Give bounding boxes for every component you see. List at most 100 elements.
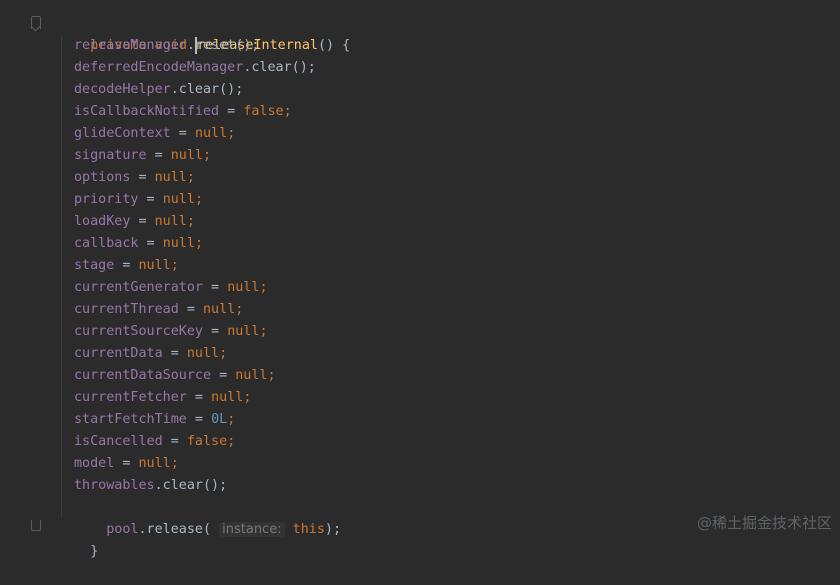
code-target: throwables: [74, 478, 155, 493]
code-line[interactable]: throwables.clear();: [74, 475, 227, 497]
code-target: startFetchTime: [74, 412, 187, 427]
code-target: currentFetcher: [74, 390, 187, 405]
code-call: .clear();: [243, 60, 316, 75]
code-end: ;: [219, 346, 228, 361]
code-target: options: [74, 170, 131, 185]
code-value: null: [138, 258, 171, 273]
code-target: currentGenerator: [74, 280, 203, 295]
code-value: null: [227, 324, 260, 339]
code-value: null: [138, 456, 171, 471]
code-operator: =: [186, 390, 212, 405]
code-operator: =: [186, 412, 212, 427]
code-line[interactable]: currentGenerator = null;: [74, 277, 268, 299]
code-operator: =: [219, 104, 244, 119]
code-operator: =: [162, 346, 187, 361]
fold-marker-icon[interactable]: [31, 16, 41, 29]
code-end: ;: [194, 192, 203, 207]
code-value: null: [203, 302, 236, 317]
code-operator: =: [146, 148, 171, 163]
code-value: false: [186, 434, 228, 449]
code-line[interactable]: model = null;: [74, 453, 179, 475]
code-line[interactable]: glideContext = null;: [74, 123, 235, 145]
code-end: ;: [227, 434, 236, 449]
code-value: null: [154, 214, 187, 229]
code-value: null: [235, 368, 268, 383]
closing-brace: }: [90, 544, 99, 559]
code-operator: =: [170, 126, 195, 141]
code-line[interactable]: currentFetcher = null;: [74, 387, 251, 409]
code-target: currentData: [74, 346, 163, 361]
code-operator: =: [114, 258, 139, 273]
code-line[interactable]: options = null;: [74, 167, 195, 189]
closing-brace-line[interactable]: }: [58, 519, 98, 559]
code-line[interactable]: releaseManager.reset();: [74, 35, 259, 57]
code-line[interactable]: priority = null;: [74, 189, 203, 211]
watermark: @稀土掘金技术社区: [696, 514, 832, 532]
code-operator: =: [203, 324, 228, 339]
code-call: .reset();: [186, 38, 260, 53]
code-target: decodeHelper: [74, 82, 171, 97]
code-operator: =: [203, 280, 228, 295]
code-line[interactable]: signature = null;: [74, 145, 211, 167]
code-line[interactable]: deferredEncodeManager.clear();: [74, 57, 316, 79]
indent-guide: [61, 36, 62, 518]
code-end: ;: [227, 126, 236, 141]
code-operator: =: [138, 236, 163, 251]
code-operator: =: [114, 456, 139, 471]
code-end: ;: [227, 412, 236, 427]
code-value: null: [162, 192, 195, 207]
code-arg: this: [292, 522, 325, 537]
code-line-pool-release[interactable]: pool.release( instance: this);: [74, 497, 341, 537]
code-line[interactable]: isCallbackNotified = false;: [74, 101, 292, 123]
code-line[interactable]: decodeHelper.clear();: [74, 79, 243, 101]
code-target: currentSourceKey: [74, 324, 203, 339]
code-line[interactable]: isCancelled = false;: [74, 431, 235, 453]
code-value: false: [243, 104, 284, 119]
code-value: null: [154, 170, 187, 185]
code-operator: =: [130, 214, 155, 229]
signature-tail: () {: [318, 38, 351, 53]
code-end: ;: [170, 258, 179, 273]
fold-end-marker-icon[interactable]: [31, 520, 41, 531]
code-end: ;: [243, 390, 252, 405]
code-operator: =: [211, 368, 236, 383]
code-line[interactable]: startFetchTime = 0L;: [74, 409, 235, 431]
code-end: );: [324, 522, 342, 537]
code-line[interactable]: currentData = null;: [74, 343, 227, 365]
code-target: glideContext: [74, 126, 171, 141]
code-target: deferredEncodeManager: [74, 60, 244, 75]
code-end: ;: [235, 302, 244, 317]
code-value: 0L: [211, 412, 228, 427]
code-editor[interactable]: private void releaseInternal() { release…: [0, 0, 840, 559]
code-value: null: [170, 148, 203, 163]
method-signature-line[interactable]: private void releaseInternal() {: [58, 13, 350, 54]
code-call: .clear();: [170, 82, 244, 97]
code-target: priority: [74, 192, 139, 207]
code-operator: =: [162, 434, 187, 449]
code-end: ;: [267, 368, 276, 383]
code-end: ;: [283, 104, 292, 119]
code-target: pool: [106, 522, 139, 537]
code-target: model: [74, 456, 115, 471]
code-target: callback: [74, 236, 139, 251]
code-operator: =: [138, 192, 163, 207]
code-end: ;: [186, 170, 195, 185]
code-value: null: [194, 126, 228, 141]
code-line[interactable]: callback = null;: [74, 233, 203, 255]
code-end: ;: [259, 324, 268, 339]
code-line[interactable]: currentSourceKey = null;: [74, 321, 268, 343]
code-end: ;: [170, 456, 179, 471]
code-value: null: [186, 346, 220, 361]
code-target: currentThread: [74, 302, 179, 317]
code-target: stage: [74, 258, 115, 273]
code-target: loadKey: [74, 214, 131, 229]
code-target: releaseManager: [74, 38, 187, 53]
code-line[interactable]: loadKey = null;: [74, 211, 195, 233]
code-line[interactable]: currentDataSource = null;: [74, 365, 276, 387]
code-operator: =: [178, 302, 203, 317]
code-call: .release(: [138, 522, 212, 537]
code-target: isCallbackNotified: [74, 104, 220, 119]
code-line[interactable]: currentThread = null;: [74, 299, 243, 321]
code-end: ;: [194, 236, 203, 251]
code-line[interactable]: stage = null;: [74, 255, 179, 277]
